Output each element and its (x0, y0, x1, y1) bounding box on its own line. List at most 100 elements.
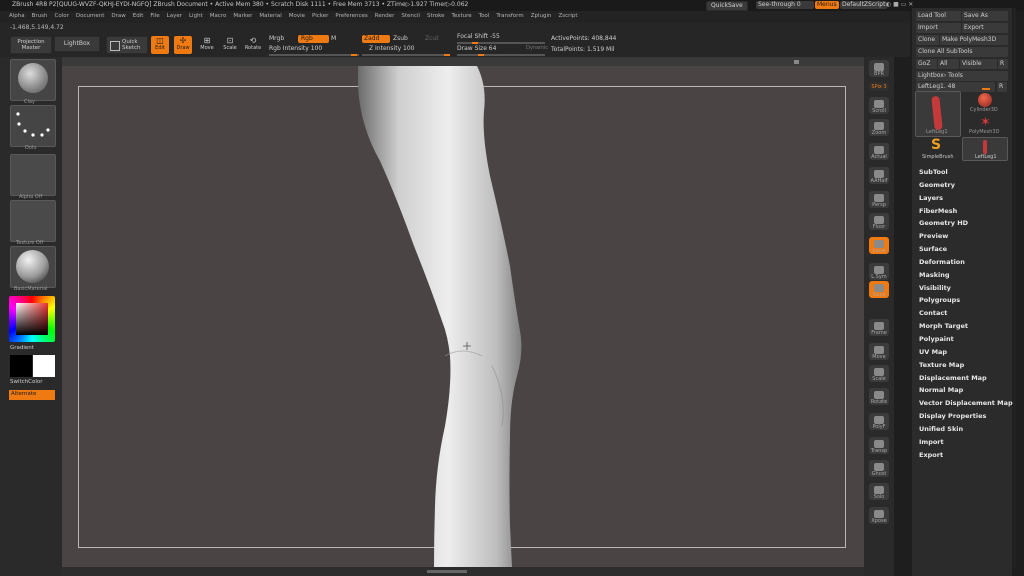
quick-sketch-button[interactable]: Quick Sketch (106, 36, 148, 54)
tool-section-displacement-map[interactable]: Displacement Map (919, 374, 1013, 387)
canvas-scroll-handle[interactable] (794, 60, 799, 64)
scale-mode-button[interactable]: ⊡ Scale (221, 36, 239, 54)
tool-section-morph-target[interactable]: Morph Target (919, 322, 1013, 335)
menu-light[interactable]: Light (189, 13, 203, 20)
document-canvas[interactable] (62, 66, 864, 567)
material-thumbnail[interactable] (10, 246, 56, 288)
rgb-intensity-track[interactable] (269, 54, 359, 56)
draw-mode-button[interactable]: ✢ Draw (174, 36, 192, 54)
focal-shift-slider[interactable]: Focal Shift -55 (457, 34, 500, 40)
goz-button[interactable]: GoZ (915, 58, 939, 70)
tool-section-polypaint[interactable]: Polypaint (919, 335, 1013, 348)
brush-thumbnail[interactable] (10, 59, 56, 101)
rotate-mode-button[interactable]: ⟲ Rotate (244, 36, 262, 54)
zsub-button[interactable]: Zsub (393, 36, 408, 42)
projection-master-button[interactable]: Projection Master (10, 36, 52, 54)
menu-alpha[interactable]: Alpha (9, 13, 25, 20)
rgb-button[interactable]: Rgb (298, 35, 329, 43)
focal-shift-track[interactable] (457, 42, 545, 44)
tool-section-geometry[interactable]: Geometry (919, 181, 1013, 194)
tool-section-geometry-hd[interactable]: Geometry HD (919, 219, 1013, 232)
stroke-thumbnail[interactable] (10, 105, 56, 147)
secondary-color-swatch[interactable] (10, 355, 32, 377)
menus-button[interactable]: Menus (815, 1, 839, 9)
quicksave-button[interactable]: QuickSave (706, 1, 748, 11)
menu-stencil[interactable]: Stencil (401, 13, 420, 20)
dynamic-button[interactable]: Dynamic (526, 46, 548, 51)
tool-section-contact[interactable]: Contact (919, 309, 1013, 322)
goz-all-button[interactable]: All (937, 58, 961, 70)
goz-visible-button[interactable]: Visible (959, 58, 999, 70)
alpha-thumbnail[interactable] (10, 154, 56, 196)
zcut-button[interactable]: Zcut (425, 36, 439, 42)
menu-zplugin[interactable]: Zplugin (531, 13, 552, 20)
tool-section-polygroups[interactable]: Polygroups (919, 296, 1013, 309)
clone-all-subtools-button[interactable]: Clone All SubTools (915, 46, 1009, 58)
color-picker[interactable] (9, 296, 55, 342)
tool-section-fibermesh[interactable]: FiberMesh (919, 207, 1013, 220)
bottom-tray-handle[interactable] (427, 570, 467, 573)
tool-section-vector-displacement-map[interactable]: Vector Displacement Map (919, 399, 1013, 412)
menu-marker[interactable]: Marker (233, 13, 252, 20)
tool-section-uv-map[interactable]: UV Map (919, 348, 1013, 361)
menu-texture[interactable]: Texture (452, 13, 472, 20)
see-through-slider[interactable]: See-through 0 (756, 1, 814, 9)
make-polymesh-button[interactable]: Make PolyMesh3D (939, 34, 1009, 46)
menu-movie[interactable]: Movie (289, 13, 305, 20)
load-tool-button[interactable]: Load Tool (915, 10, 963, 22)
save-as-button[interactable]: Save As (961, 10, 1009, 22)
switch-color-button[interactable]: SwitchColor (10, 379, 43, 386)
z-intensity-slider[interactable]: Z Intensity 100 (369, 46, 415, 52)
import-tool-button[interactable]: Import (915, 22, 963, 34)
main-color-swatch[interactable] (33, 355, 55, 377)
m-button[interactable]: M (331, 36, 336, 42)
tool-section-layers[interactable]: Layers (919, 194, 1013, 207)
tool-section-visibility[interactable]: Visibility (919, 284, 1013, 297)
default-zscript-button[interactable]: DefaultZScript (840, 1, 888, 9)
export-tool-button[interactable]: Export (961, 22, 1009, 34)
menu-zscript[interactable]: Zscript (558, 13, 577, 20)
clone-button[interactable]: Clone (915, 34, 941, 46)
tool-section-surface[interactable]: Surface (919, 245, 1013, 258)
tool-panel-scrollbar[interactable] (1013, 8, 1016, 568)
menu-macro[interactable]: Macro (210, 13, 227, 20)
menu-picker[interactable]: Picker (312, 13, 328, 20)
menu-brush[interactable]: Brush (32, 13, 48, 20)
texture-thumbnail[interactable] (10, 200, 56, 242)
tool-section-texture-map[interactable]: Texture Map (919, 361, 1013, 374)
lightbox-button[interactable]: LightBox (54, 36, 100, 52)
tool-section-display-properties[interactable]: Display Properties (919, 412, 1013, 425)
goz-r-button[interactable]: R (997, 58, 1009, 70)
menu-transform[interactable]: Transform (496, 13, 523, 20)
tool-section-import[interactable]: Import (919, 438, 1013, 451)
menu-layer[interactable]: Layer (167, 13, 182, 20)
tool-section-normal-map[interactable]: Normal Map (919, 386, 1013, 399)
rgb-intensity-slider[interactable]: Rgb Intensity 100 (269, 46, 322, 52)
leg-model[interactable] (62, 66, 864, 567)
menu-file[interactable]: File (150, 13, 159, 20)
window-controls[interactable]: ◐ ■ ▭ ✕ (886, 2, 913, 8)
menu-render[interactable]: Render (375, 13, 395, 20)
menu-material[interactable]: Material (259, 13, 281, 20)
menu-preferences[interactable]: Preferences (335, 13, 367, 20)
z-intensity-track[interactable] (362, 54, 450, 56)
menu-tool[interactable]: Tool (479, 13, 490, 20)
menu-document[interactable]: Document (76, 13, 105, 20)
menu-draw[interactable]: Draw (111, 13, 125, 20)
tool-section-masking[interactable]: Masking (919, 271, 1013, 284)
tool-section-preview[interactable]: Preview (919, 232, 1013, 245)
gradient-label[interactable]: Gradient (10, 345, 34, 352)
mrgb-button[interactable]: Mrgb (269, 36, 284, 42)
zadd-button[interactable]: Zadd (362, 35, 390, 43)
menu-color[interactable]: Color (55, 13, 69, 20)
draw-size-slider[interactable]: Draw Size 64 (457, 46, 496, 52)
move-mode-button[interactable]: ⊞ Move (198, 36, 216, 54)
tool-section-deformation[interactable]: Deformation (919, 258, 1013, 271)
alternate-button[interactable]: Alternate (9, 390, 55, 400)
tool-section-export[interactable]: Export (919, 451, 1013, 464)
menu-edit[interactable]: Edit (133, 13, 144, 20)
tool-section-unified-skin[interactable]: Unified Skin (919, 425, 1013, 438)
tool-section-subtool[interactable]: SubTool (919, 168, 1013, 181)
draw-size-track[interactable] (457, 54, 545, 56)
menu-stroke[interactable]: Stroke (427, 13, 445, 20)
